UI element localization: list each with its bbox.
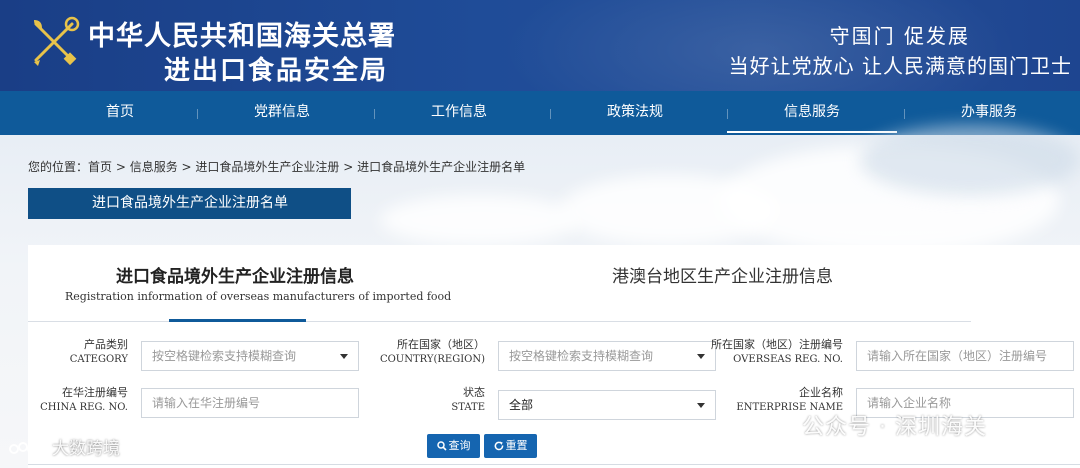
nav-item-work[interactable]: 工作信息 xyxy=(374,91,544,135)
country-label: 所在国家（地区） COUNTRY(REGION) xyxy=(379,338,485,365)
state-label: 状态 STATE xyxy=(451,386,485,413)
wechat-icon xyxy=(760,414,796,441)
search-icon xyxy=(436,441,447,451)
active-tab-indicator xyxy=(169,319,306,322)
cloud-decoration xyxy=(860,125,1080,195)
category-select[interactable]: 按空格键检索支持模糊查询 xyxy=(141,341,359,371)
refresh-icon xyxy=(494,441,503,451)
org-name-line1: 中华人民共和国海关总署 xyxy=(88,21,396,52)
cloud-decoration xyxy=(380,195,580,245)
slogan-line1: 守国门 促发展 xyxy=(829,24,970,48)
site-header: 中华人民共和国海关总署 进出口食品安全局 守国门 促发展 当好让党放心 让人民满… xyxy=(0,0,1080,91)
chevron-down-icon xyxy=(340,354,348,359)
tab-hk-macao-taiwan-registration[interactable]: 港澳台地区生产企业注册信息 xyxy=(612,262,833,287)
overseas-reg-input[interactable]: 请输入所在国家（地区）注册编号 xyxy=(856,341,1074,371)
customs-emblem-icon xyxy=(34,16,80,66)
nav-item-policy[interactable]: 政策法规 xyxy=(550,91,720,135)
watermark-left: 大数跨境 xyxy=(8,434,120,459)
nav-item-info-service[interactable]: 信息服务 xyxy=(727,91,897,135)
card-bottom-divider xyxy=(28,464,1080,465)
china-reg-label: 在华注册编号 CHINA REG. NO. xyxy=(40,386,128,413)
reset-button[interactable]: 重置 xyxy=(484,434,537,458)
tab-overseas-registration-subtitle: Registration information of overseas man… xyxy=(65,290,452,303)
nav-item-party[interactable]: 党群信息 xyxy=(197,91,367,135)
overseas-reg-label: 所在国家（地区）注册编号 OVERSEAS REG. NO. xyxy=(711,338,843,365)
nav-item-home[interactable]: 首页 xyxy=(35,91,205,135)
search-button[interactable]: 查询 xyxy=(427,434,480,458)
china-reg-input[interactable]: 请输入在华注册编号 xyxy=(141,388,359,418)
state-select[interactable]: 全部 xyxy=(498,390,716,420)
org-name-line2: 进出口食品安全局 xyxy=(164,56,389,86)
country-select[interactable]: 按空格键检索支持模糊查询 xyxy=(498,341,716,371)
account-logo-icon xyxy=(9,442,45,454)
cloud-decoration xyxy=(560,175,780,245)
category-label: 产品类别 CATEGORY xyxy=(69,338,128,365)
breadcrumb-path[interactable]: 首页 > 信息服务 > 进口食品境外生产企业注册 > 进口食品境外生产企业注册名… xyxy=(88,160,525,174)
slogan-line2: 当好让党放心 让人民满意的国门卫士 xyxy=(728,54,1072,78)
watermark-right: 公众号 · 深圳海关 xyxy=(760,409,987,442)
breadcrumb: 您的位置：首页 > 信息服务 > 进口食品境外生产企业注册 > 进口食品境外生产… xyxy=(28,158,525,175)
page-title: 进口食品境外生产企业注册名单 xyxy=(28,188,351,219)
breadcrumb-prefix: 您的位置： xyxy=(28,160,89,174)
tab-overseas-registration[interactable]: 进口食品境外生产企业注册信息 xyxy=(116,262,354,287)
